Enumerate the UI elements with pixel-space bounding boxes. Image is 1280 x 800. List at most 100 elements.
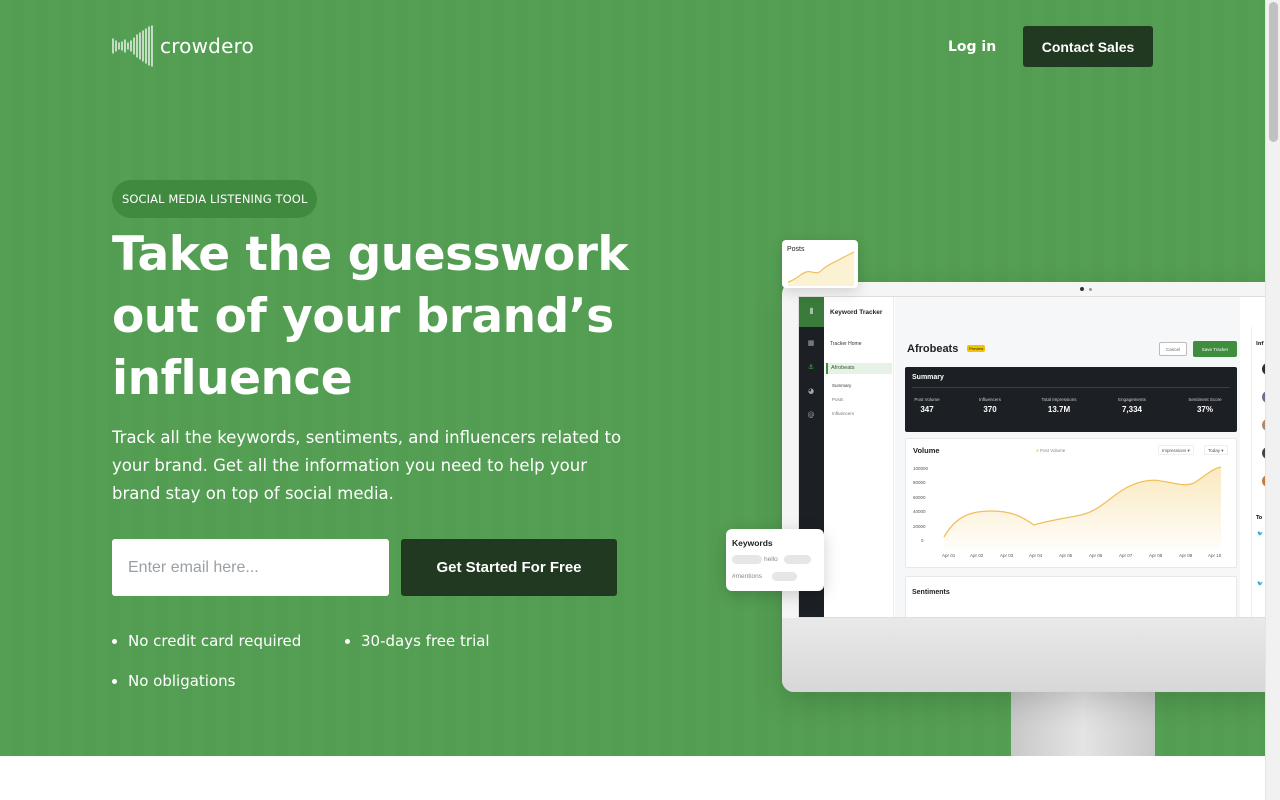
- y-tick: 80000: [913, 480, 926, 485]
- sidebar-sub-item: Posts: [832, 397, 844, 402]
- bullet-text: 30-days free trial: [361, 632, 490, 650]
- app-right-panel: Inf To 🐦 🐦: [1251, 327, 1265, 617]
- y-tick: 60000: [913, 495, 926, 500]
- x-tick: Apr 02: [970, 553, 984, 558]
- stat-label: Total Impressions: [1041, 397, 1077, 402]
- bullet-text: No obligations: [128, 672, 236, 690]
- x-tick: Apr 08: [1149, 553, 1163, 558]
- volume-legend: ● Post Volume: [1036, 448, 1066, 453]
- app-header: Keyword Tracker: [830, 309, 883, 316]
- keyword-text: #mentions: [732, 573, 762, 580]
- legend-label: Post Volume: [1039, 448, 1066, 453]
- twitter-icon: 🐦: [1257, 531, 1264, 537]
- x-tick: Apr 06: [1089, 553, 1103, 558]
- stat-label: Engagements: [1118, 397, 1146, 402]
- email-input[interactable]: [112, 539, 389, 596]
- right-panel-label: To: [1256, 515, 1263, 521]
- impressions-dropdown: Impressions ▾: [1158, 445, 1194, 455]
- sentiments-panel: Sentiments: [905, 576, 1237, 617]
- sidebar-sub-item: Summary: [832, 383, 852, 388]
- x-tick: Apr 03: [1000, 553, 1014, 558]
- volume-panel: Volume ● Post Volume Impressions ▾ Today…: [905, 438, 1237, 568]
- camera-icon: [1080, 287, 1084, 291]
- app-logo-icon: ⦀: [799, 297, 824, 327]
- cancel-button: Cancel: [1159, 342, 1187, 356]
- stat-value: 37%: [1196, 405, 1213, 414]
- monitor-stand: [1011, 692, 1155, 756]
- hero-subtext: Track all the keywords, sentiments, and …: [112, 428, 622, 503]
- y-tick: 0: [921, 538, 924, 543]
- sidebar-item-afrobeats: Afrobeats: [826, 363, 892, 374]
- stat-value: 347: [920, 405, 934, 414]
- x-tick: Apr 09: [1179, 553, 1193, 558]
- keyword-pill: [772, 572, 797, 581]
- summary-panel: Summary Post Volume 347 Influencers 370 …: [905, 367, 1237, 432]
- tracker-title: Afrobeats: [907, 343, 959, 355]
- headline-line-3: influence: [112, 351, 353, 406]
- stat-impressions: Total Impressions 13.7M: [1029, 397, 1089, 414]
- below-hero-section: [0, 756, 1265, 800]
- logo[interactable]: crowdero: [112, 25, 254, 67]
- monitor-chin: [782, 618, 1265, 692]
- timeframe-dropdown: Today ▾: [1204, 445, 1228, 455]
- x-tick: Apr 01: [942, 553, 956, 558]
- page-scrollbar[interactable]: [1265, 0, 1280, 800]
- camera-sensor-icon: [1089, 288, 1092, 291]
- app-screen: ⦀ ▦ ⚓ ◕ @ Keyword Tracker Tracker Home A…: [798, 296, 1265, 618]
- category-badge: SOCIAL MEDIA LISTENING TOOL: [112, 180, 318, 218]
- x-tick: Apr 04: [1029, 553, 1043, 558]
- y-tick: 100000: [913, 466, 929, 471]
- bullet-dot-icon: [345, 638, 350, 644]
- bullet-dot-icon: [112, 638, 117, 644]
- app-sidebar: Keyword Tracker Tracker Home Afrobeats S…: [824, 297, 894, 617]
- stat-engagements: Engagements 7,334: [1102, 397, 1162, 414]
- x-tick: Apr 05: [1059, 553, 1073, 558]
- app-main: Afrobeats Preview Cancel Save Tracker Su…: [895, 297, 1240, 617]
- twitter-icon: 🐦: [1257, 581, 1264, 587]
- tracker-home-link: Tracker Home: [830, 341, 862, 347]
- contact-sales-button[interactable]: Contact Sales: [1023, 26, 1153, 67]
- pie-chart-icon: ◕: [807, 387, 815, 395]
- logo-text: crowdero: [160, 34, 254, 58]
- stat-label: Influencers: [978, 397, 1001, 402]
- headline: Take the guesswork out of your brand’s i…: [112, 224, 632, 410]
- bullet-dot-icon: [112, 678, 117, 684]
- headline-line-2: out of your brand’s: [112, 289, 614, 344]
- bullet-item: 30-days free trial: [345, 631, 490, 651]
- stat-sentiment: Sentiment Score 37%: [1175, 397, 1235, 414]
- posts-card: Posts: [782, 240, 858, 288]
- hero-section: crowdero Log in Contact Sales SOCIAL MED…: [0, 0, 1265, 756]
- stat-value: 13.7M: [1047, 405, 1071, 414]
- volume-line-chart: [943, 466, 1222, 549]
- stat-post-volume: Post Volume 347: [897, 397, 957, 414]
- y-tick: 20000: [913, 524, 926, 529]
- keyword-pill: [784, 555, 811, 564]
- logo-waveform-icon: [112, 25, 153, 67]
- tracker-icon: ⚓: [807, 363, 815, 371]
- monitor-mockup: ⦀ ▦ ⚓ ◕ @ Keyword Tracker Tracker Home A…: [782, 282, 1265, 692]
- x-tick: Apr 10: [1208, 553, 1222, 558]
- grid-icon: ▦: [807, 339, 815, 347]
- stat-label: Post Volume: [914, 397, 940, 402]
- stat-value: 370: [983, 405, 997, 414]
- bullet-item: No credit card required: [112, 631, 301, 651]
- x-tick: Apr 07: [1119, 553, 1133, 558]
- y-tick: 40000: [913, 509, 926, 514]
- keyword-pill: [732, 555, 762, 564]
- divider: [912, 387, 1230, 388]
- stat-label: Sentiment Score: [1188, 397, 1222, 402]
- stat-value: 7,334: [1121, 405, 1143, 414]
- headline-line-1: Take the guesswork: [112, 227, 629, 282]
- sentiments-title: Sentiments: [912, 589, 950, 596]
- posts-sparkline: [787, 251, 855, 286]
- scrollbar-thumb[interactable]: [1269, 2, 1278, 142]
- keyword-text: hello: [764, 556, 778, 563]
- preview-badge: Preview: [967, 345, 986, 352]
- get-started-button[interactable]: Get Started For Free: [401, 539, 617, 596]
- keywords-card: Keywords hello #mentions: [726, 529, 824, 591]
- bullet-item: No obligations: [112, 671, 235, 691]
- stat-influencers: Influencers 370: [960, 397, 1020, 414]
- login-link[interactable]: Log in: [940, 36, 1004, 58]
- volume-title: Volume: [913, 446, 940, 455]
- keywords-card-title: Keywords: [732, 538, 773, 548]
